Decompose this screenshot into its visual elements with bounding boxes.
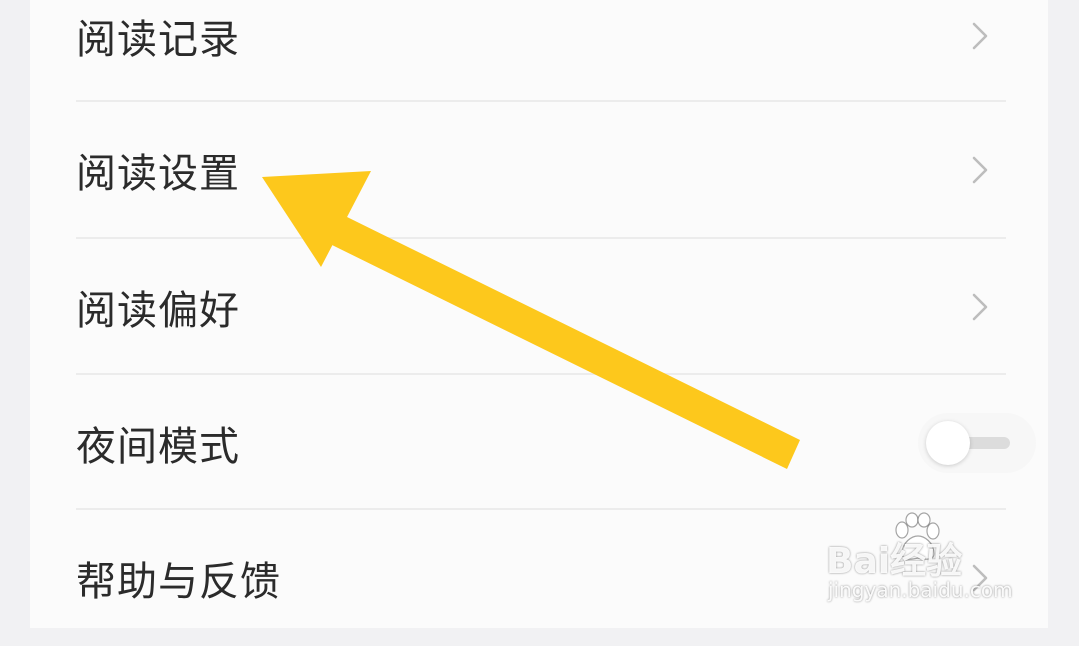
menu-item-label: 阅读偏好 [76,288,240,334]
toggle-knob [926,421,970,465]
menu-item-help-feedback[interactable]: 帮助与反馈 [30,510,1048,646]
menu-item-reading-history[interactable]: 阅读记录 [30,0,1048,104]
chevron-right-icon [972,22,988,50]
night-mode-toggle[interactable] [918,413,1036,473]
menu-item-label: 夜间模式 [76,424,240,470]
menu-item-label: 阅读设置 [76,151,240,197]
menu-item-night-mode: 夜间模式 [30,375,1048,511]
chevron-right-icon [972,564,988,592]
chevron-right-icon [972,156,988,184]
menu-item-label: 阅读记录 [76,17,240,63]
menu-item-label: 帮助与反馈 [76,559,281,605]
menu-item-reading-preferences[interactable]: 阅读偏好 [30,239,1048,375]
menu-item-reading-settings[interactable]: 阅读设置 [30,102,1048,238]
settings-card: 阅读记录 阅读设置 阅读偏好 夜间模式 帮助与反馈 [30,0,1048,628]
chevron-right-icon [972,293,988,321]
